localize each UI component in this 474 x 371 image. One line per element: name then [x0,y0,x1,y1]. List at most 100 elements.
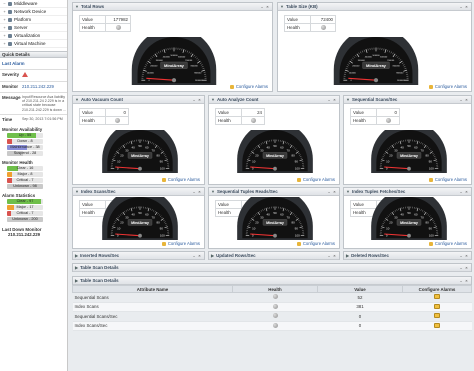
configure-alarms-link[interactable]: Configure Alarms [297,241,335,246]
expand-arrow-icon[interactable]: ▶ [346,253,349,258]
status-bar[interactable]: Clear - 97 [7,198,43,204]
close-icon[interactable]: × [198,98,202,102]
status-bar[interactable]: Unknown - 200 [7,216,43,222]
panel-header[interactable]: ▼ Sequential Scans/Sec – × [344,96,471,104]
nav-item[interactable]: − Middleware [0,0,67,8]
panel-header[interactable]: ▼ Auto Vacuum Count – × [73,96,204,104]
configure-alarms-link[interactable]: Configure Alarms [429,177,467,182]
panel-header[interactable]: ▼ Auto Analyze Count – × [209,96,339,104]
expand-icon[interactable]: + [2,33,7,38]
configure-alarms-link[interactable]: Configure Alarms [429,241,467,246]
collapsed-panel[interactable]: ▶ Inserted Rows/Sec – × [72,251,205,260]
minimize-icon[interactable]: – [459,254,463,258]
configure-alarm-icon[interactable] [434,313,440,319]
nav-item[interactable]: + Network Device [0,8,67,16]
configure-alarm-icon[interactable] [434,303,440,309]
gauge-tick-label: 10 [252,227,256,231]
close-icon[interactable]: × [465,98,469,102]
expand-arrow-icon[interactable]: ▶ [211,253,214,258]
minimize-icon[interactable]: – [459,98,463,102]
status-bar[interactable]: Major - 17 [7,204,43,210]
expand-icon[interactable]: + [2,9,7,14]
expand-icon[interactable]: + [2,17,7,22]
status-bar[interactable]: Down - 8 [7,138,43,144]
panel-header[interactable]: ▶ Table Scan Details – × [73,264,471,272]
minimize-icon[interactable]: – [459,190,463,194]
panel-header[interactable]: ▶ Updated Rows/Sec – × [209,252,339,260]
close-icon[interactable]: × [198,254,202,258]
configure-alarm-icon[interactable] [434,322,440,328]
expand-arrow-icon[interactable]: ▶ [75,253,78,258]
collapsed-panel[interactable]: ▶ Table Scan Details – × [72,276,472,285]
nav-item[interactable]: + Platform [0,16,67,24]
status-bar[interactable]: Suspend - 28 [7,150,43,156]
configure-alarms-link[interactable]: Configure Alarms [230,84,268,89]
close-icon[interactable]: × [198,190,202,194]
minimize-icon[interactable]: – [192,254,196,258]
minimize-icon[interactable]: – [459,279,463,283]
nav-item[interactable]: + Virtualization [0,32,67,40]
configure-alarms-link[interactable]: Configure Alarms [162,177,200,182]
configure-alarms-link[interactable]: Configure Alarms [429,84,467,89]
collapse-arrow-icon[interactable]: ▼ [211,189,215,194]
panel-header[interactable]: ▼ Sequential Tuples Reads/Sec – × [209,188,339,196]
collapse-arrow-icon[interactable]: ▼ [280,4,284,9]
minimize-icon[interactable]: – [459,266,463,270]
collapse-arrow-icon[interactable]: ▼ [211,97,215,102]
expand-arrow-icon[interactable]: ▶ [75,278,78,283]
status-bar[interactable]: Major - 8 [7,171,43,177]
collapsed-panel[interactable]: ▶ Table Scan Details – × [72,263,472,272]
collapse-arrow-icon[interactable]: ▼ [346,189,350,194]
close-icon[interactable]: × [333,98,337,102]
minimize-icon[interactable]: – [327,190,331,194]
attribute-value: 0 [317,311,403,322]
close-icon[interactable]: × [465,254,469,258]
collapsed-panel[interactable]: ▶ Deleted Rows/Sec – × [343,251,472,260]
panel-header[interactable]: ▼ Total Rows – × [73,3,272,11]
last-down-value[interactable]: 210.211.242.229 [0,232,67,237]
minimize-icon[interactable]: – [260,5,264,9]
minimize-icon[interactable]: – [459,5,463,9]
configure-alarm-icon[interactable] [434,294,440,300]
close-icon[interactable]: × [465,190,469,194]
panel-header[interactable]: ▼ Index Scans/Sec – × [73,188,204,196]
status-bar[interactable]: Up - 55 [7,132,43,138]
quick-details-header[interactable]: Quick Details [0,51,67,58]
panel-header[interactable]: ▶ Table Scan Details – × [73,277,471,285]
configure-alarms-link[interactable]: Configure Alarms [162,241,200,246]
status-bar[interactable]: Clear - 16 [7,165,43,171]
status-bar[interactable]: Critical - 7 [7,210,43,216]
nav-item[interactable]: + Server [0,24,67,32]
close-icon[interactable]: × [333,190,337,194]
expand-icon[interactable]: + [2,41,7,46]
close-icon[interactable]: × [465,5,469,9]
minimize-icon[interactable]: – [192,190,196,194]
monitor-value[interactable]: 210.211.242.229 [22,84,54,89]
close-icon[interactable]: × [465,279,469,283]
panel-header[interactable]: ▶ Deleted Rows/Sec – × [344,252,471,260]
collapse-arrow-icon[interactable]: ▼ [75,189,79,194]
close-icon[interactable]: × [333,254,337,258]
gauge-tick-label: 10 [386,227,390,231]
close-icon[interactable]: × [465,266,469,270]
collapse-arrow-icon[interactable]: ▼ [75,97,79,102]
configure-cell [402,292,472,303]
status-bar[interactable]: Unknown - 98 [7,183,43,189]
expand-icon[interactable]: + [2,25,7,30]
collapse-arrow-icon[interactable]: ▼ [346,97,350,102]
minimize-icon[interactable]: – [327,98,331,102]
panel-header[interactable]: ▼ Index Tuples Fetches/Sec – × [344,188,471,196]
status-bar[interactable]: Maintenance - 38 [7,144,43,150]
collapse-icon[interactable]: − [2,1,7,6]
panel-header[interactable]: ▼ Table Size (KB) – × [278,3,471,11]
configure-alarms-link[interactable]: Configure Alarms [297,177,335,182]
expand-arrow-icon[interactable]: ▶ [75,265,78,270]
minimize-icon[interactable]: – [327,254,331,258]
collapse-arrow-icon[interactable]: ▼ [75,4,79,9]
status-bar[interactable]: Critical - 7 [7,177,43,183]
close-icon[interactable]: × [266,5,270,9]
panel-header[interactable]: ▶ Inserted Rows/Sec – × [73,252,204,260]
collapsed-panel[interactable]: ▶ Updated Rows/Sec – × [208,251,340,260]
minimize-icon[interactable]: – [192,98,196,102]
nav-item[interactable]: + Virtual Machine [0,40,67,48]
